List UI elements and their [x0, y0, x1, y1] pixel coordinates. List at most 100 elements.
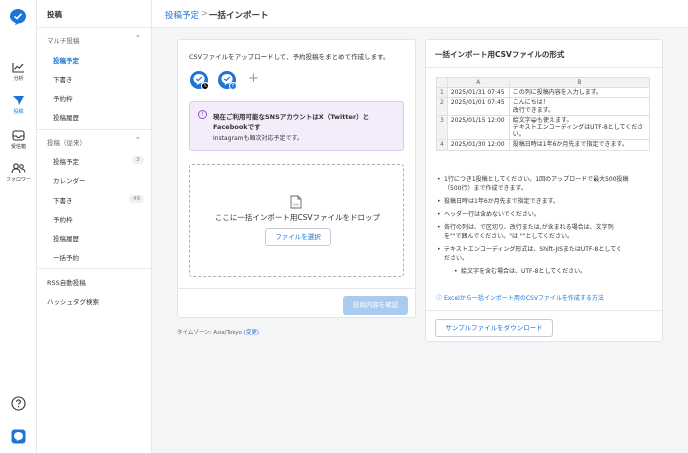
- table-row: 4 2025/01/30 12:00 投稿日時は1年6か月先まで指定できます。: [436, 139, 651, 151]
- rail-item-post[interactable]: 投稿: [0, 95, 37, 115]
- select-file-button[interactable]: ファイルを選択: [265, 228, 331, 246]
- cell-content: 絵文字😀も使えます。 テキストエンコーディングはUTF-8としてくださ い。: [508, 114, 651, 141]
- cell-line: テキストエンコーディングはUTF-8としてくださ: [512, 123, 644, 131]
- sidebar-item-legacy-drafts[interactable]: 下書き: [53, 195, 73, 205]
- page-title: 一括インポート: [209, 11, 269, 21]
- upload-intro: CSVファイルをアップロードして、予約投稿をまとめて作成します。: [189, 53, 390, 61]
- rule-line: テキストエンコーディング形式は、Shift-JISまたはUTF-8としてく: [444, 246, 623, 253]
- sidebar-item-legacy-history[interactable]: 投稿履歴: [53, 233, 79, 243]
- sidebar-item-hashtag[interactable]: ハッシュタグ検索: [47, 296, 99, 306]
- sidebar-group-multi[interactable]: マルチ投稿: [47, 35, 80, 45]
- account-button[interactable]: [0, 429, 37, 444]
- table-row: 3 2025/01/15 12:00 絵文字😀も使えます。 テキストエンコーディン…: [436, 114, 651, 141]
- rule-line: ださい。: [444, 255, 469, 262]
- csv-sample-table: A B 1 2025/01/31 07:45 この列に投稿内容を入力します。 2…: [436, 76, 651, 151]
- add-account-icon[interactable]: +: [248, 71, 259, 86]
- divider: [37, 129, 152, 130]
- account-facebook[interactable]: f: [218, 71, 237, 90]
- cell-line: この列に投稿内容を入力します。: [512, 89, 603, 97]
- sidebar-item-legacy-bulk[interactable]: 一括予約: [53, 252, 79, 262]
- csv-dropzone[interactable]: CSV ここに一括インポート用CSVファイルをドロップ ファイルを選択: [189, 164, 404, 277]
- timezone-change-link[interactable]: (変更): [244, 330, 259, 336]
- sidebar-item-legacy-scheduled[interactable]: 投稿予定: [53, 156, 79, 166]
- row-number: 1: [436, 87, 448, 99]
- sidebar-item-legacy-calendar[interactable]: カレンダー: [53, 175, 86, 185]
- timezone-label: タイムゾーン: Asia/Tokyo: [177, 330, 242, 336]
- cell-line: こんにちは！: [512, 99, 549, 107]
- row-number: 3: [436, 114, 448, 141]
- notice-note: Instagramも順次対応予定です。: [213, 135, 303, 142]
- info-icon: !: [198, 110, 207, 119]
- rail-label-followers: フォロワー: [5, 177, 31, 183]
- sidebar-item-rss[interactable]: RSS自動投稿: [47, 277, 86, 287]
- sidebar-title: 投稿: [47, 10, 62, 19]
- rail-item-analytics[interactable]: 分析: [0, 62, 37, 82]
- bullet: •: [437, 198, 441, 205]
- help-circle-icon: [11, 396, 26, 411]
- cell-line: 改行できます。: [512, 106, 555, 114]
- rule-line: を""で囲んでください。"は ""としてください。: [444, 233, 574, 240]
- inbox-icon: [12, 130, 25, 141]
- rule-line: （500行）まで作成できます。: [444, 185, 527, 192]
- download-sample-button[interactable]: サンプルファイルをダウンロード: [435, 319, 553, 337]
- cell-content: こんにちは！ 改行できます。: [508, 97, 651, 116]
- format-card: 一括インポート用CSVファイルの形式 A B 1 2025/01/31 07:4…: [425, 39, 663, 342]
- sidebar-item-multi-slots[interactable]: 予約枠: [53, 93, 73, 103]
- cell-datetime: 2025/01/31 07:45: [446, 87, 510, 99]
- sidebar: 投稿 マルチ投稿 ⌃ 投稿予定 下書き 予約枠 投稿履歴 投稿（従来） ⌃ 投稿…: [37, 0, 152, 453]
- help-button[interactable]: [0, 396, 37, 411]
- bullet: •: [437, 246, 441, 253]
- cell-content: 投稿日時は1年6か月先まで指定できます。: [508, 139, 651, 151]
- sidebar-item-multi-history[interactable]: 投稿履歴: [53, 112, 79, 122]
- rail-item-followers[interactable]: フォロワー: [0, 163, 37, 183]
- divider: [37, 27, 152, 28]
- rule-line: 絵文字を含む場合は、UTF-8としてください。: [461, 268, 587, 275]
- notice-title-line2: Facebookです: [213, 123, 261, 131]
- divider: [426, 310, 662, 311]
- app-logo-icon[interactable]: [9, 8, 27, 26]
- cell-datetime: 2025/01/15 12:00: [446, 114, 510, 141]
- paper-plane-icon: [13, 96, 24, 105]
- excel-help-link-label: Excelから一括インポート用のCSVファイルを作成する方法: [443, 295, 604, 302]
- csv-file-icon: CSV: [290, 195, 302, 209]
- rule-line: 各行の列は、で区切り、改行または,が含まれる場合は、文字列: [444, 224, 614, 231]
- rail-item-inbox[interactable]: 受信箱: [0, 130, 37, 150]
- rule-line: 投稿日時は1年6か月先まで指定できます。: [444, 198, 560, 205]
- rail-label-inbox: 受信箱: [10, 144, 26, 150]
- confirm-button[interactable]: 投稿内容を確認: [343, 296, 408, 315]
- chevron-up-icon[interactable]: ⌃: [135, 136, 141, 144]
- notice-title-line1: 現在ご利用可能なSNSアカウントはX（Twitter）と: [213, 113, 370, 121]
- timezone-row: タイムゾーン: Asia/Tokyo (変更): [177, 328, 259, 336]
- sidebar-item-multi-drafts[interactable]: 下書き: [53, 74, 73, 84]
- table-header: B: [508, 76, 651, 89]
- bullet: •: [454, 268, 458, 275]
- row-number: 4: [436, 139, 448, 151]
- divider: [37, 268, 152, 269]
- table-row: 1 2025/01/31 07:45 この列に投稿内容を入力します。: [436, 87, 651, 99]
- count-badge: 49: [129, 195, 144, 203]
- cell-line: い。: [512, 131, 525, 139]
- cell-line: 投稿日時は1年6か月先まで指定できます。: [512, 141, 628, 149]
- bullet: •: [437, 211, 441, 218]
- account-x[interactable]: 𝕏: [190, 71, 209, 90]
- breadcrumb-parent[interactable]: 投稿予定: [165, 9, 199, 21]
- upload-card: CSVファイルをアップロードして、予約投稿をまとめて作成します。 𝕏 f + !…: [177, 39, 416, 318]
- chevron-up-icon[interactable]: ⌃: [135, 34, 141, 42]
- help-circle-icon: ⓘ: [436, 295, 443, 302]
- sidebar-group-legacy[interactable]: 投稿（従来）: [47, 137, 86, 147]
- icon-rail: 分析 投稿 受信箱 フォロワー: [0, 0, 37, 453]
- rule-line: ヘッダー行は含めないでください。: [444, 211, 540, 218]
- table-header-row: A B: [436, 76, 651, 89]
- sidebar-item-multi-scheduled[interactable]: 投稿予定: [53, 55, 79, 65]
- app-logo-icon: [11, 429, 26, 444]
- cell-content: この列に投稿内容を入力します。: [508, 87, 651, 99]
- sidebar-item-legacy-slots[interactable]: 予約枠: [53, 214, 73, 224]
- notice-box: ! 現在ご利用可能なSNSアカウントはX（Twitter）と Facebookで…: [189, 101, 404, 151]
- breadcrumb-separator: >: [201, 9, 209, 19]
- divider: [178, 288, 416, 289]
- table-header: A: [446, 76, 510, 89]
- format-title: 一括インポート用CSVファイルの形式: [435, 50, 565, 59]
- divider: [426, 67, 662, 68]
- cell-datetime: 2025/01/30 12:00: [446, 139, 510, 151]
- excel-help-link[interactable]: ⓘ Excelから一括インポート用のCSVファイルを作成する方法: [436, 293, 604, 302]
